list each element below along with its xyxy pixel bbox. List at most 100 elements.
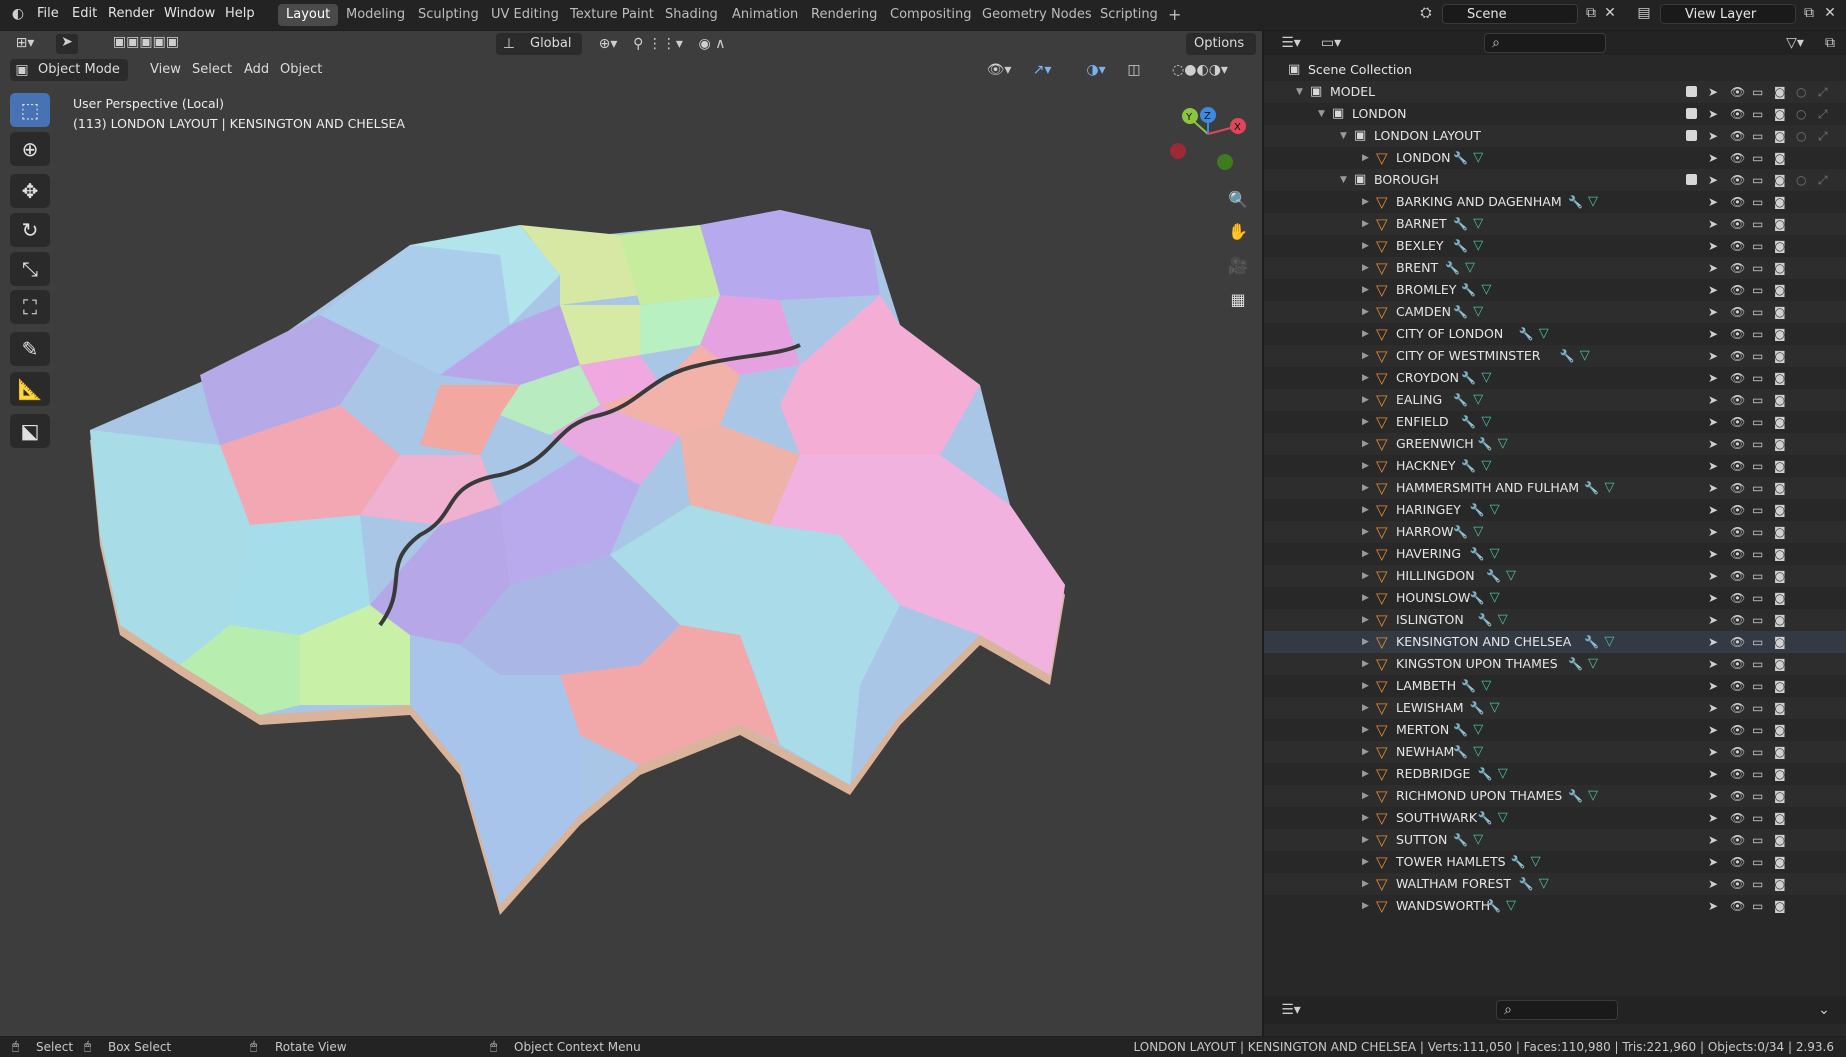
delete-scene-icon[interactable]: ✕	[1602, 5, 1618, 21]
eye-icon[interactable]: 👁	[1730, 191, 1745, 213]
outliner-object-islington[interactable]: ISLINGTON	[1396, 609, 1464, 631]
expand-arrow-icon[interactable]: ▶	[1362, 565, 1369, 587]
pivot-point-icon[interactable]: ⊕▾	[590, 36, 626, 52]
gizmo-toggle-icon[interactable]: ↗▾	[1022, 62, 1062, 78]
monitor-icon[interactable]: ▭	[1752, 301, 1763, 323]
modifier-wrench-icon[interactable]: 🔧	[1453, 147, 1468, 169]
expand-arrow-icon[interactable]: ▼	[1340, 125, 1347, 147]
selectable-arrow-icon[interactable]: ➤	[1708, 191, 1718, 213]
camera-render-icon[interactable]: ◙	[1774, 389, 1786, 411]
indirect-only-icon[interactable]: ⤢	[1818, 125, 1828, 147]
list-item[interactable]: ▶ ▽ RICHMOND UPON THAMES 🔧 ▽ ➤ 👁 ▭ ◙	[1264, 785, 1846, 807]
camera-render-icon[interactable]: ◙	[1774, 543, 1786, 565]
monitor-icon[interactable]: ▭	[1752, 631, 1763, 653]
modifier-wrench-icon[interactable]: 🔧	[1486, 565, 1501, 587]
expand-arrow-icon[interactable]: ▶	[1362, 521, 1369, 543]
outliner-object-bexley[interactable]: BEXLEY	[1396, 235, 1444, 257]
modifier-wrench-icon[interactable]: 🔧	[1453, 829, 1468, 851]
eye-icon[interactable]: 👁	[1730, 389, 1745, 411]
expand-arrow-icon[interactable]: ▶	[1362, 675, 1369, 697]
selectable-arrow-icon[interactable]: ➤	[1708, 147, 1718, 169]
outliner-object-croydon[interactable]: CROYDON	[1396, 367, 1459, 389]
list-item[interactable]: ▶ ▽ HOUNSLOW 🔧 ▽ ➤ 👁 ▭ ◙	[1264, 587, 1846, 609]
tool-rotate[interactable]: ↻	[10, 213, 50, 247]
list-item[interactable]: ▶ ▽ MERTON 🔧 ▽ ➤ 👁 ▭ ◙	[1264, 719, 1846, 741]
new-scene-icon[interactable]: ⧉	[1582, 5, 1600, 21]
monitor-icon[interactable]: ▭	[1752, 477, 1763, 499]
modifier-wrench-icon[interactable]: 🔧	[1478, 433, 1493, 455]
tab-geometry-nodes[interactable]: Geometry Nodes	[974, 4, 1100, 26]
modifier-wrench-icon[interactable]: 🔧	[1453, 389, 1468, 411]
outliner-object-lewisham[interactable]: LEWISHAM	[1396, 697, 1464, 719]
selectable-arrow-icon[interactable]: ➤	[1708, 851, 1718, 873]
selectable-arrow-icon[interactable]: ➤	[1708, 411, 1718, 433]
modifier-wrench-icon[interactable]: 🔧	[1453, 741, 1468, 763]
mesh-data-icon[interactable]: ▽	[1473, 235, 1483, 257]
tool-transform[interactable]: ⛶	[10, 290, 50, 324]
camera-render-icon[interactable]: ◙	[1774, 191, 1786, 213]
camera-render-icon[interactable]: ◙	[1774, 257, 1786, 279]
modifier-wrench-icon[interactable]: 🔧	[1584, 631, 1599, 653]
outliner-object-waltham-forest[interactable]: WALTHAM FOREST	[1396, 873, 1511, 895]
menu-render[interactable]: Render	[108, 6, 154, 21]
menu-edit[interactable]: Edit	[72, 6, 97, 21]
list-item[interactable]: ▶ ▽ BARNET 🔧 ▽ ➤ 👁 ▭ ◙	[1264, 213, 1846, 235]
selectable-arrow-icon[interactable]: ➤	[1708, 345, 1718, 367]
menu-file[interactable]: File	[37, 6, 59, 21]
monitor-icon[interactable]: ▭	[1752, 565, 1763, 587]
modifier-wrench-icon[interactable]: 🔧	[1568, 785, 1583, 807]
outliner-object-merton[interactable]: MERTON	[1396, 719, 1449, 741]
camera-render-icon[interactable]: ◙	[1774, 631, 1786, 653]
navigation-gizmo[interactable]: Y Z X	[1160, 100, 1260, 180]
expand-arrow-icon[interactable]: ▶	[1362, 873, 1369, 895]
monitor-icon[interactable]: ▭	[1752, 433, 1763, 455]
eye-icon[interactable]: 👁	[1730, 169, 1745, 191]
outliner-collection-model[interactable]: MODEL	[1330, 81, 1375, 103]
eye-icon[interactable]: 👁	[1730, 675, 1745, 697]
list-item[interactable]: ▶ ▽ KENSINGTON AND CHELSEA 🔧 ▽ ➤ 👁 ▭ ◙	[1264, 631, 1846, 653]
modifier-wrench-icon[interactable]: 🔧	[1453, 719, 1468, 741]
camera-render-icon[interactable]: ◙	[1774, 763, 1786, 785]
eye-icon[interactable]: 👁	[1730, 785, 1745, 807]
exclude-checkbox[interactable]	[1686, 86, 1697, 97]
selection-mode-icons[interactable]: ▣▣▣▣▣	[96, 34, 196, 50]
eye-icon[interactable]: 👁	[1730, 587, 1745, 609]
list-item[interactable]: ▶ ▽ TOWER HAMLETS 🔧 ▽ ➤ 👁 ▭ ◙	[1264, 851, 1846, 873]
scene-icon[interactable]: ⛭	[1414, 5, 1438, 21]
modifier-wrench-icon[interactable]: 🔧	[1461, 367, 1476, 389]
list-item[interactable]: ▶ ▽ EALING 🔧 ▽ ➤ 👁 ▭ ◙	[1264, 389, 1846, 411]
mesh-data-icon[interactable]: ▽	[1490, 697, 1500, 719]
eye-icon[interactable]: 👁	[1730, 257, 1745, 279]
outliner-object-ealing[interactable]: EALING	[1396, 389, 1442, 411]
mesh-data-icon[interactable]: ▽	[1539, 873, 1549, 895]
modifier-wrench-icon[interactable]: 🔧	[1453, 213, 1468, 235]
list-item[interactable]: ▶ ▽ KINGSTON UPON THAMES 🔧 ▽ ➤ 👁 ▭ ◙	[1264, 653, 1846, 675]
mesh-data-icon[interactable]: ▽	[1473, 389, 1483, 411]
mesh-data-icon[interactable]: ▽	[1473, 147, 1483, 169]
eye-icon[interactable]: 👁	[1730, 125, 1745, 147]
menu-window[interactable]: Window	[164, 6, 215, 21]
tab-sculpting[interactable]: Sculpting	[410, 4, 487, 26]
exclude-checkbox[interactable]	[1686, 174, 1697, 185]
list-item[interactable]: ▶ ▽ LEWISHAM 🔧 ▽ ➤ 👁 ▭ ◙	[1264, 697, 1846, 719]
mesh-data-icon[interactable]: ▽	[1473, 829, 1483, 851]
selectable-arrow-icon[interactable]: ➤	[1708, 829, 1718, 851]
modifier-wrench-icon[interactable]: 🔧	[1470, 587, 1485, 609]
selectable-arrow-icon[interactable]: ➤	[1708, 521, 1718, 543]
expand-arrow-icon[interactable]: ▶	[1362, 433, 1369, 455]
tool-move[interactable]: ✥	[10, 174, 50, 208]
outliner-scene-collection[interactable]: Scene Collection	[1308, 59, 1412, 81]
eye-icon[interactable]: 👁	[1730, 631, 1745, 653]
camera-render-icon[interactable]: ◙	[1774, 697, 1786, 719]
outliner-object-hillingdon[interactable]: HILLINGDON	[1396, 565, 1475, 587]
camera-render-icon[interactable]: ◙	[1774, 367, 1786, 389]
camera-render-icon[interactable]: ◙	[1774, 587, 1786, 609]
properties-editor-type-icon[interactable]: ☰▾	[1276, 1002, 1306, 1018]
view-layer-icon[interactable]: ▤	[1632, 5, 1656, 21]
selectable-arrow-icon[interactable]: ➤	[1708, 741, 1718, 763]
selectable-arrow-icon[interactable]: ➤	[1708, 895, 1718, 917]
eye-icon[interactable]: 👁	[1730, 103, 1745, 125]
exclude-checkbox[interactable]	[1686, 130, 1697, 141]
modifier-wrench-icon[interactable]: 🔧	[1478, 763, 1493, 785]
outliner-object-bromley[interactable]: BROMLEY	[1396, 279, 1456, 301]
